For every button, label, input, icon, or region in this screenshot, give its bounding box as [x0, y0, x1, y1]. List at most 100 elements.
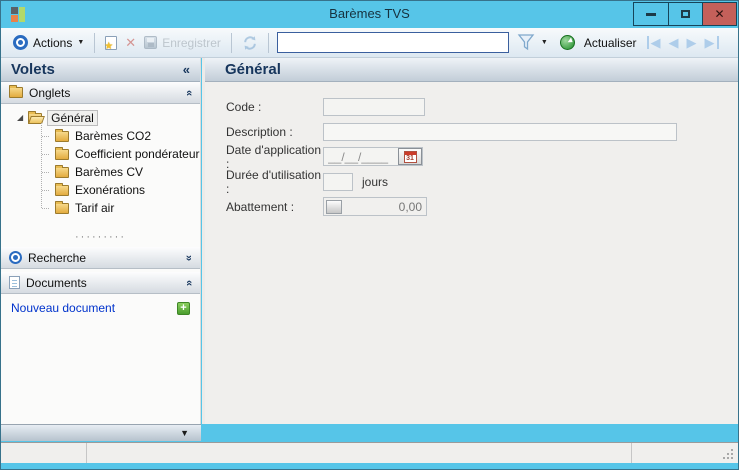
sidebar: Volets « Onglets « ◢ Général Barèmes CO2: [1, 58, 201, 424]
tree-item-general[interactable]: ◢ Général: [1, 109, 200, 127]
window-title: Barèmes TVS: [329, 6, 410, 21]
refresh-label: Actualiser: [583, 35, 637, 50]
nav-last-button[interactable]: ▶: [701, 36, 719, 49]
title-bar: Barèmes TVS ✕: [1, 1, 738, 28]
toolbar-separator: [267, 32, 269, 53]
overflow-menu-button[interactable]: ▼: [180, 428, 189, 438]
app-window: Barèmes TVS ✕ Actions ▼ ★ ✕ Enregistrer: [0, 0, 739, 470]
tree-item-baremes-co2[interactable]: Barèmes CO2: [1, 127, 200, 145]
field-row-duree-utilisation: Durée d'utilisation : jours: [226, 168, 738, 196]
section-onglets-label: Onglets: [29, 85, 71, 100]
code-field[interactable]: [323, 97, 425, 116]
duree-unit-label: jours: [362, 174, 389, 189]
tree-children: Barèmes CO2 Coefficient pondérateur Barè…: [1, 123, 200, 217]
refresh-button[interactable]: Actualiser: [556, 33, 641, 52]
abattement-label: Abattement :: [226, 199, 295, 214]
open-folder-icon: [28, 110, 43, 124]
tree-item-label: Tarif air: [75, 201, 115, 215]
tree-item-tarif-air[interactable]: Tarif air: [1, 199, 200, 217]
resize-grip[interactable]: [722, 448, 733, 459]
pane-splitter-handle[interactable]: ·········: [1, 232, 200, 244]
search-input[interactable]: [276, 32, 509, 53]
status-cell-left: [1, 443, 87, 463]
tree-item-label: Général: [47, 110, 98, 126]
tree-item-label: Barèmes CV: [75, 165, 144, 179]
save-icon: [144, 36, 158, 49]
tree-item-label: Barèmes CO2: [75, 129, 152, 143]
filter-dropdown-caret[interactable]: ▼: [541, 39, 548, 46]
chevron-double-up-icon[interactable]: «: [183, 279, 195, 285]
add-document-button[interactable]: +: [177, 301, 190, 315]
folder-icon: [55, 164, 69, 178]
description-field[interactable]: [323, 122, 677, 141]
tree-item-coefficient-ponderateur[interactable]: Coefficient pondérateur: [1, 145, 200, 163]
new-button[interactable]: ★: [101, 34, 121, 52]
new-document-link[interactable]: Nouveau document: [11, 301, 115, 315]
field-row-abattement: Abattement : 0,00: [226, 197, 738, 216]
duree-utilisation-label: Durée d'utilisation :: [226, 167, 322, 196]
main-header: Général: [205, 58, 738, 82]
maximize-button[interactable]: [668, 3, 702, 25]
abattement-toggle-button[interactable]: [326, 199, 342, 214]
general-form: Code : Description : Date d'application …: [205, 82, 738, 216]
date-application-label: Date d'application :: [226, 142, 322, 171]
delete-button[interactable]: ✕: [121, 33, 140, 53]
sync-icon: [244, 35, 256, 50]
page-title: Général: [225, 61, 281, 78]
collapse-sidebar-icon[interactable]: «: [183, 62, 190, 77]
sidebar-title: Volets: [11, 61, 55, 78]
refresh-icon: [559, 35, 575, 50]
minimize-icon: [646, 12, 656, 16]
field-row-date-application: Date d'application : 31: [226, 143, 738, 171]
delete-icon: ✕: [125, 34, 137, 50]
close-button[interactable]: ✕: [702, 3, 736, 25]
chevron-down-icon: ▼: [77, 39, 85, 46]
tabs-tree: ◢ Général Barèmes CO2 Coefficient pondér…: [1, 104, 200, 232]
search-section-icon: [9, 251, 22, 264]
sync-button[interactable]: [238, 33, 262, 53]
field-row-description: Description :: [226, 122, 738, 141]
abattement-field[interactable]: 0,00: [323, 197, 427, 216]
document-icon: [9, 276, 20, 289]
status-cell-middle: [87, 443, 632, 463]
maximize-icon: [681, 10, 690, 18]
date-application-field[interactable]: [326, 149, 398, 164]
tree-item-baremes-cv[interactable]: Barèmes CV: [1, 163, 200, 181]
date-field-wrapper: 31: [323, 147, 423, 166]
status-bar: [1, 442, 738, 463]
section-onglets[interactable]: Onglets «: [1, 82, 200, 104]
window-controls: ✕: [633, 2, 737, 26]
actions-menu-button[interactable]: Actions ▼: [9, 33, 88, 52]
filter-icon[interactable]: [517, 34, 535, 51]
new-document-row: Nouveau document +: [1, 294, 200, 315]
code-label: Code :: [226, 99, 262, 114]
nav-previous-button[interactable]: ◀: [665, 36, 683, 49]
minimize-button[interactable]: [634, 3, 668, 25]
chevron-double-down-icon[interactable]: «: [183, 254, 195, 260]
folder-icon: [55, 182, 69, 196]
toolbar-separator: [94, 32, 96, 53]
section-documents-label: Documents: [26, 275, 87, 290]
folder-icon: [55, 200, 69, 214]
actions-label: Actions: [33, 35, 73, 50]
calendar-button[interactable]: 31: [398, 148, 422, 165]
tree-item-exonerations[interactable]: Exonérations: [1, 181, 200, 199]
nav-first-button[interactable]: ◀: [646, 36, 665, 49]
duree-utilisation-field[interactable]: [323, 172, 353, 191]
section-recherche[interactable]: Recherche «: [1, 247, 200, 269]
nav-next-button[interactable]: ▶: [683, 36, 701, 49]
tree-expander-icon[interactable]: ◢: [17, 114, 23, 122]
save-label: Enregistrer: [162, 35, 221, 50]
field-row-code: Code :: [226, 97, 738, 116]
toolbar-separator: [230, 32, 232, 53]
main-panel: Général Code : Description : Date d'appl…: [205, 58, 738, 424]
section-documents[interactable]: Documents «: [1, 272, 200, 294]
folder-icon: [55, 146, 69, 160]
chevron-double-up-icon[interactable]: «: [183, 89, 195, 95]
toolbar: Actions ▼ ★ ✕ Enregistrer ▼ Actualiser ◀…: [1, 28, 738, 58]
abattement-value: 0,00: [398, 199, 422, 214]
section-recherche-label: Recherche: [28, 250, 87, 265]
tree-item-label: Exonérations: [75, 183, 146, 197]
folder-icon: [9, 85, 23, 98]
save-button[interactable]: Enregistrer: [140, 34, 225, 52]
